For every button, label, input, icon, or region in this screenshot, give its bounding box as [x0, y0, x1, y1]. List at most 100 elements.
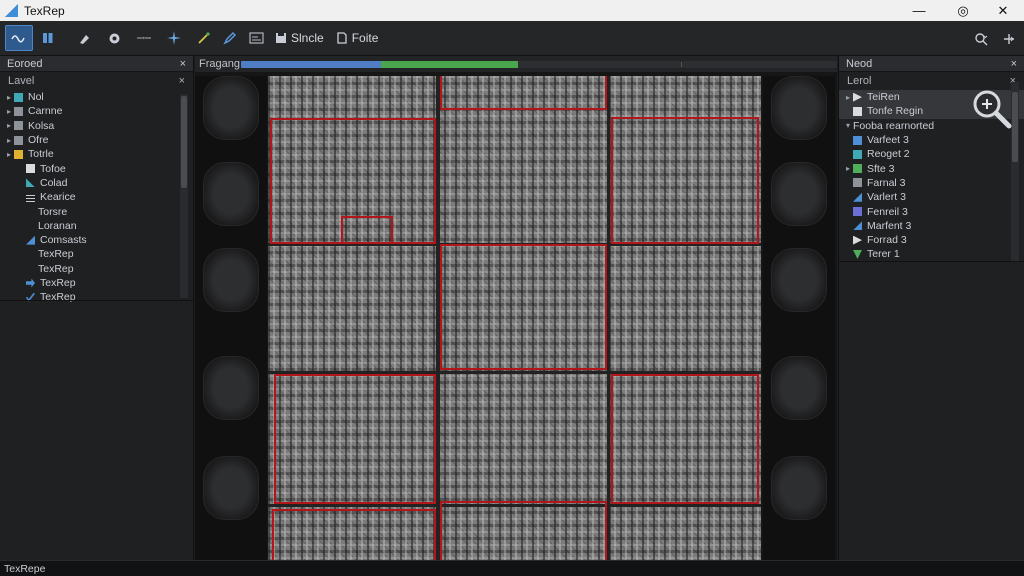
expand-arrow-icon[interactable]: ▾ [843, 121, 853, 130]
left-tree-item-label: Comsasts [40, 234, 87, 247]
right-tree-item[interactable]: ▸ Sfte 3 [839, 161, 1024, 175]
right-tree-item[interactable]: Varfeet 3 [839, 133, 1024, 147]
pointer-tool-button[interactable] [5, 25, 33, 51]
app-icon [5, 4, 18, 17]
right-tree-item[interactable]: Fenreil 3 [839, 204, 1024, 218]
right-tree-item[interactable]: Farnal 3 [839, 176, 1024, 190]
left-tree-item[interactable]: ▸ Ofre [0, 133, 193, 147]
left-panel-sub-close-button[interactable]: × [179, 75, 185, 87]
green-triangle-icon [853, 249, 862, 259]
close-button[interactable]: ✕ [982, 0, 1024, 21]
right-tree-item-label: Fenreil 3 [867, 205, 908, 218]
region-marker[interactable] [440, 244, 607, 370]
blue-square-icon [853, 135, 862, 145]
left-scrollbar[interactable] [180, 94, 188, 298]
left-tree-item[interactable]: Loranan [0, 219, 193, 233]
region-marker[interactable] [274, 374, 436, 504]
left-tree-item[interactable]: ▸ Totrle [0, 147, 193, 161]
teal-triangle-icon [26, 178, 35, 188]
zoom-magnifier-icon[interactable] [969, 86, 1013, 130]
expand-arrow-icon[interactable]: ▸ [4, 107, 14, 116]
chain-link [203, 356, 259, 420]
right-tree-item[interactable]: Varlert 3 [839, 190, 1024, 204]
open-button[interactable]: Foite [336, 31, 378, 45]
expand-arrow-icon[interactable]: ▸ [843, 164, 853, 173]
right-tree-item[interactable]: Reoget 2 [839, 147, 1024, 161]
left-panel-subheader: Lavel × [0, 72, 193, 90]
right-panel-title: Neod [846, 57, 873, 70]
region-marker[interactable] [611, 374, 759, 504]
region-marker[interactable] [611, 117, 759, 244]
maximize-button[interactable]: ◎ [942, 0, 984, 21]
left-tree-item[interactable]: ▸ Kolsa [0, 119, 193, 133]
gear-tool-button[interactable] [103, 25, 125, 51]
plus-arrow-icon[interactable] [1002, 32, 1016, 46]
grey-square-icon [14, 135, 23, 145]
left-tree-item[interactable]: ▸ Carnne [0, 104, 193, 118]
expand-arrow-icon[interactable]: ▸ [4, 136, 14, 145]
chain-link [203, 162, 259, 226]
white-arrow-icon [853, 235, 862, 245]
folder-icon [14, 149, 23, 159]
right-tree-item-label: Fooba rearnorted [853, 119, 935, 132]
expand-arrow-icon[interactable]: ▸ [843, 93, 853, 102]
left-tree-item[interactable]: Kearice [0, 190, 193, 204]
left-panel-close-button[interactable]: × [180, 58, 186, 70]
region-marker[interactable] [440, 501, 607, 560]
link-tool-button[interactable] [133, 25, 155, 51]
region-notch-marker[interactable] [341, 216, 393, 244]
left-tree-item[interactable]: TexRep [0, 290, 193, 304]
left-tree-item-label: TexRep [38, 262, 74, 275]
left-panel: Eoroed × Lavel × ▸ Nol ▸ Carnne ▸ Kolsa ▸ Ofre ▸… [0, 56, 194, 560]
texture-canvas[interactable] [195, 76, 837, 560]
layers-tool-button[interactable] [37, 25, 59, 51]
status-text: TexRepe [4, 562, 46, 575]
save-button[interactable]: Slncle [275, 31, 324, 45]
texture-viewport: Fragang [195, 56, 837, 560]
left-tree-item[interactable]: TexRep [0, 276, 193, 290]
left-tree-item[interactable]: TexRep [0, 247, 193, 261]
image-tool-button[interactable] [245, 25, 267, 51]
left-tree-item[interactable]: Comsasts [0, 233, 193, 247]
expand-arrow-icon[interactable]: ▸ [4, 93, 14, 102]
left-scrollbar-thumb[interactable] [181, 96, 187, 188]
left-tree-item[interactable]: ▸ Nol [0, 90, 193, 104]
left-tree-item[interactable]: TexRep [0, 262, 193, 276]
right-tree-item-label: Reoget 2 [867, 148, 910, 161]
left-tree-item-label: Colad [40, 176, 68, 189]
left-tree-item[interactable]: Colad [0, 176, 193, 190]
right-tree-item-label: Varfeet 3 [867, 134, 909, 147]
layers-icon [43, 33, 53, 43]
file-icon [337, 32, 347, 44]
region-marker[interactable] [272, 509, 436, 560]
chain-link [203, 76, 259, 140]
left-tree-item[interactable]: Torsre [0, 204, 193, 218]
gear-icon [109, 33, 119, 43]
right-tree-item-label: Terer 1 [867, 248, 900, 261]
white-square-icon [853, 106, 862, 116]
right-tree-item[interactable]: Marfent 3 [839, 219, 1024, 233]
green-square-icon [853, 164, 862, 174]
status-bar: TexRepe [0, 560, 1024, 576]
list-icon [26, 192, 35, 202]
chain-link [203, 248, 259, 312]
sparkle-tool-button[interactable] [163, 25, 185, 51]
region-marker[interactable] [440, 76, 607, 110]
white-square-icon [26, 164, 35, 174]
right-tree-item[interactable]: Forrad 3 [839, 233, 1024, 247]
expand-arrow-icon[interactable]: ▸ [4, 150, 14, 159]
right-panel-close-button[interactable]: × [1011, 58, 1017, 70]
brush-tool-button[interactable] [73, 25, 95, 51]
minimize-button[interactable]: — [898, 0, 940, 21]
left-tree-item[interactable]: Tofoe [0, 161, 193, 175]
search-icon[interactable] [974, 32, 988, 46]
right-tree-item[interactable]: Terer 1 [839, 247, 1024, 261]
right-panel-divider [839, 261, 1024, 262]
left-tree-item-label: Nol [28, 91, 44, 104]
pen-icon [223, 31, 237, 45]
wand-tool-button[interactable] [193, 25, 215, 51]
center-label: Fragang [199, 58, 240, 70]
pen-tool-button[interactable] [219, 25, 241, 51]
expand-arrow-icon[interactable]: ▸ [4, 121, 14, 130]
left-tree-item-label: Kearice [40, 191, 76, 204]
